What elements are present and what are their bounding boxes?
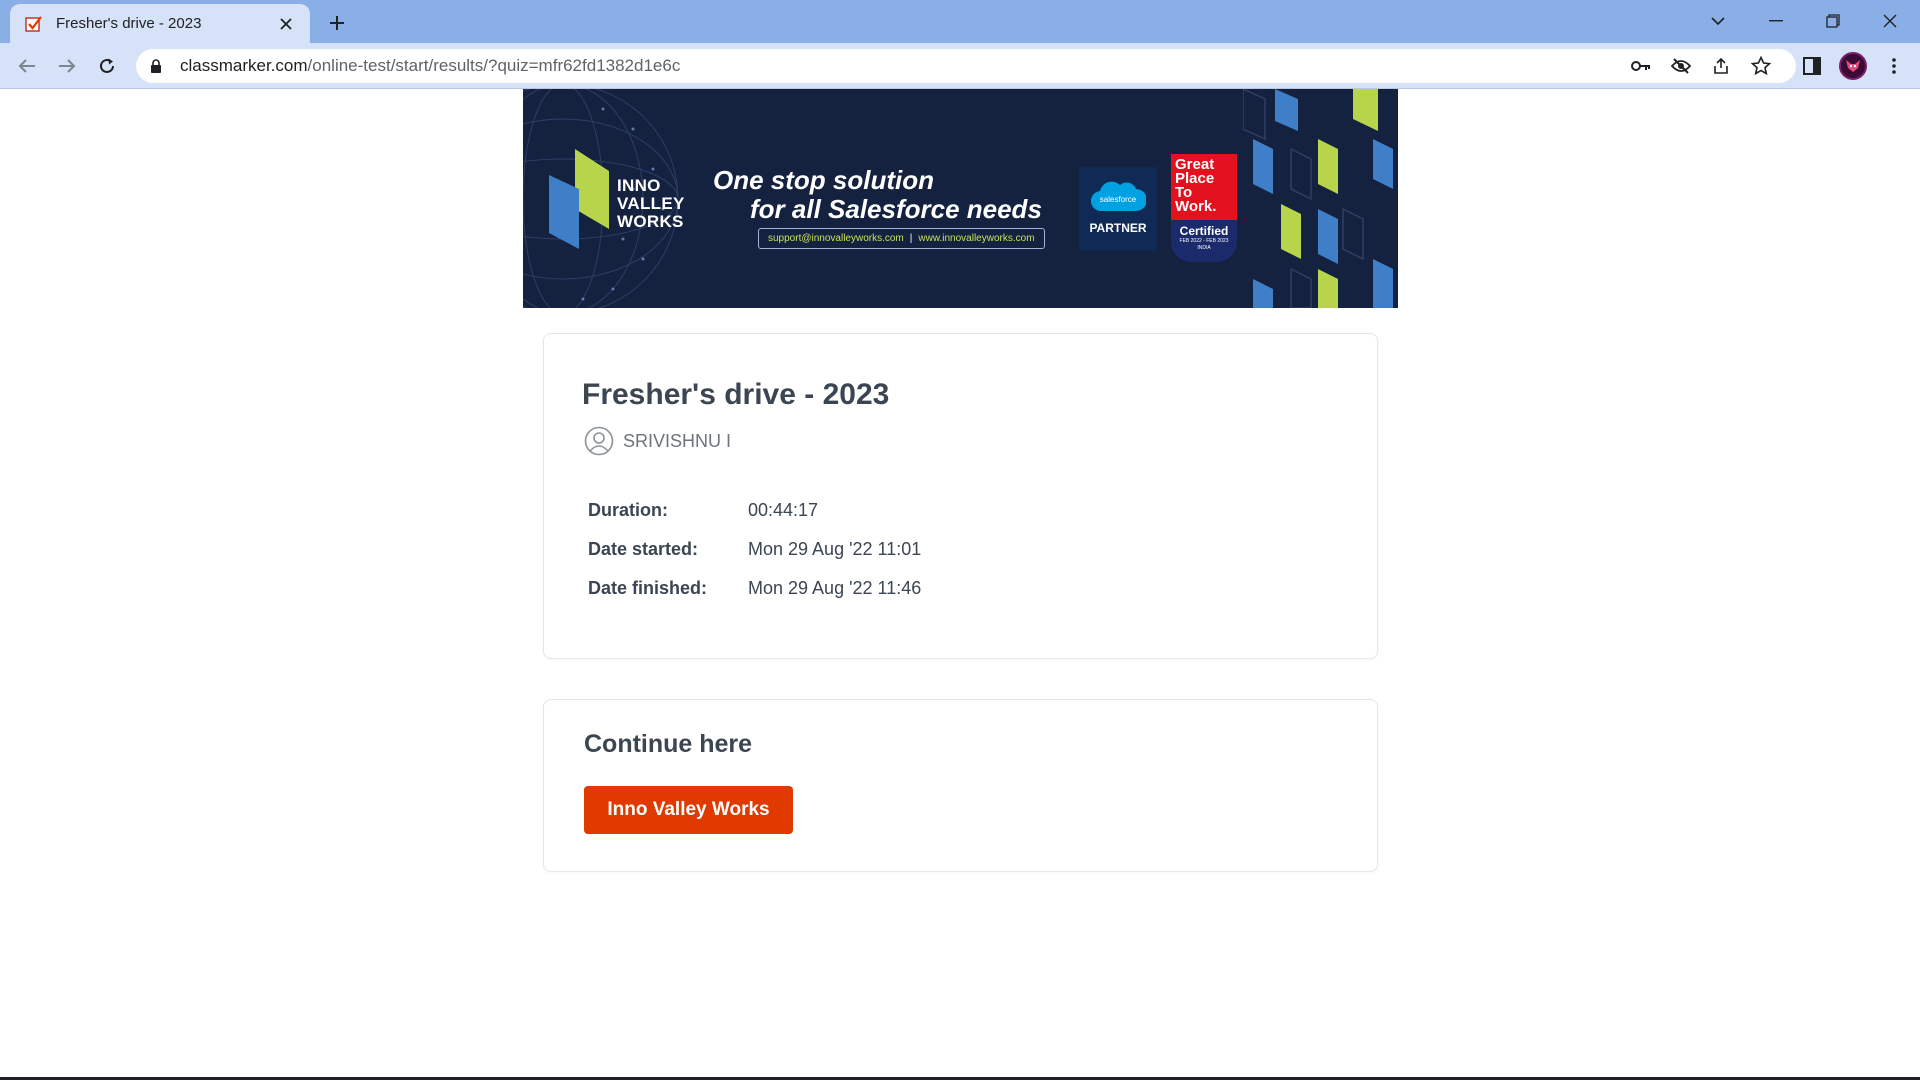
more-menu-icon[interactable] <box>1882 54 1906 78</box>
support-email: support@innovalleyworks.com <box>768 233 904 244</box>
result-details-table: Duration: 00:44:17 Date started: Mon 29 … <box>588 500 921 617</box>
minimize-icon[interactable] <box>1754 4 1798 38</box>
tab-title: Fresher's drive - 2023 <box>56 15 202 32</box>
browser-tab-strip: Fresher's drive - 2023 <box>0 0 1920 43</box>
banner-tagline-line-2: for all Salesforce needs <box>750 194 1042 224</box>
detail-value: Mon 29 Aug '22 11:01 <box>748 539 922 559</box>
svg-text:salesforce: salesforce <box>1100 195 1137 204</box>
share-icon[interactable] <box>1710 55 1732 77</box>
sponsor-banner: INNO VALLEY WORKS One stop solution for … <box>523 89 1398 308</box>
detail-row-date-started: Date started: Mon 29 Aug '22 11:01 <box>588 539 921 578</box>
address-bar[interactable]: classmarker.com /online-test/start/resul… <box>136 49 1796 83</box>
detail-label: Duration: <box>588 500 668 520</box>
detail-label: Date started: <box>588 539 699 559</box>
detail-label: Date finished: <box>588 578 708 598</box>
continue-card: Continue here Inno Valley Works <box>543 699 1378 872</box>
results-card: Fresher's drive - 2023 SRIVISHNU I Durat… <box>543 333 1378 659</box>
website-text: www.innovalleyworks.com <box>918 233 1035 244</box>
detail-value: 00:44:17 <box>748 500 819 520</box>
url-domain: classmarker.com <box>180 56 308 75</box>
brand-wordmark: INNO VALLEY WORKS <box>617 176 685 231</box>
parallelogram-pattern-graphic <box>1243 89 1393 308</box>
partner-label: PARTNER <box>1089 221 1147 235</box>
tab-search-chevron-icon[interactable] <box>1696 4 1740 38</box>
innovalley-logo-icon <box>549 149 609 249</box>
bookmark-star-icon[interactable] <box>1750 55 1772 77</box>
profile-avatar[interactable] <box>1839 52 1867 80</box>
reload-icon[interactable] <box>92 51 122 81</box>
contact-separator: | <box>909 233 913 244</box>
forward-arrow-icon[interactable] <box>52 51 82 81</box>
side-panel-icon[interactable] <box>1800 54 1824 78</box>
detail-row-date-finished: Date finished: Mon 29 Aug '22 11:46 <box>588 578 921 617</box>
browser-toolbar: classmarker.com /online-test/start/resul… <box>0 43 1920 89</box>
url-path: /online-test/start/results/?quiz=mfr62fd… <box>307 56 681 75</box>
salesforce-partner-badge: salesforce PARTNER <box>1079 167 1157 251</box>
key-icon[interactable] <box>1630 55 1652 77</box>
continue-heading: Continue here <box>584 730 753 758</box>
user-row: SRIVISHNU I <box>584 426 731 456</box>
lock-icon[interactable] <box>150 57 166 75</box>
banner-contact-box: support@innovalleyworks.com | www.innova… <box>758 228 1045 249</box>
great-place-to-work-badge: Great Place To Work. Certified FEB 2022 … <box>1171 154 1237 266</box>
user-avatar-icon <box>584 426 614 456</box>
close-window-icon[interactable] <box>1868 4 1912 38</box>
page-title: Fresher's drive - 2023 <box>582 378 890 411</box>
user-name: SRIVISHNU I <box>623 430 732 451</box>
close-tab-icon[interactable] <box>276 14 296 34</box>
detail-value: Mon 29 Aug '22 11:46 <box>748 578 922 598</box>
salesforce-cloud-icon: salesforce <box>1091 181 1146 212</box>
inno-valley-works-button[interactable]: Inno Valley Works <box>584 786 793 834</box>
restore-icon[interactable] <box>1811 4 1855 38</box>
browser-tab[interactable]: Fresher's drive - 2023 <box>10 4 310 43</box>
banner-tagline-line-1: One stop solution <box>713 165 934 195</box>
checkbox-favicon-icon <box>24 14 44 34</box>
eye-off-icon[interactable] <box>1670 55 1692 77</box>
detail-row-duration: Duration: 00:44:17 <box>588 500 921 539</box>
new-tab-plus-icon[interactable] <box>324 10 350 36</box>
back-arrow-icon[interactable] <box>12 51 42 81</box>
